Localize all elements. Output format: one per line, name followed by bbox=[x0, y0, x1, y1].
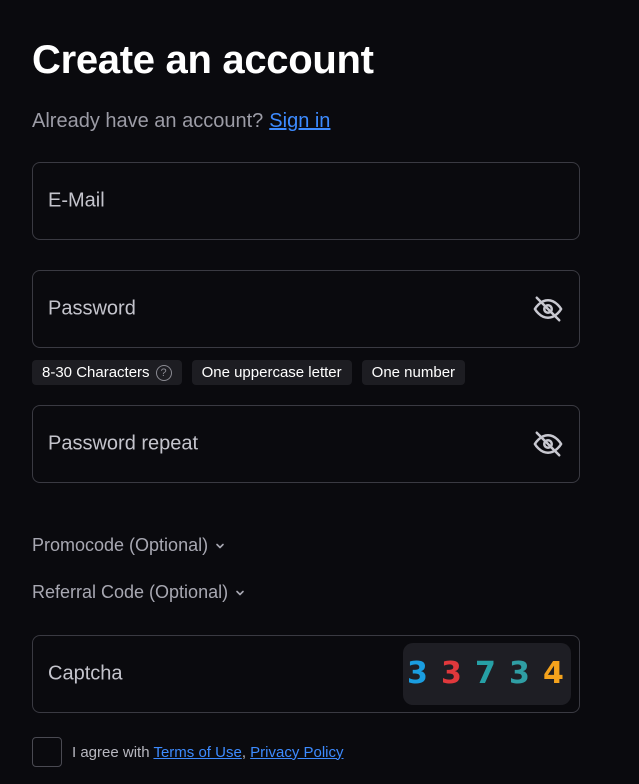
agree-prefix: I agree with bbox=[72, 743, 150, 761]
requirement-number: One number bbox=[361, 360, 466, 385]
captcha-digit: 4 bbox=[543, 656, 564, 691]
requirement-number-label: One number bbox=[371, 364, 456, 381]
email-field[interactable]: E-Mail bbox=[32, 162, 580, 240]
signup-page: Create an account Already have an accoun… bbox=[0, 0, 639, 784]
agree-checkbox[interactable] bbox=[32, 737, 62, 767]
chevron-down-icon bbox=[216, 543, 224, 548]
email-label: E-Mail bbox=[48, 189, 105, 212]
password-field[interactable]: Password bbox=[32, 270, 580, 348]
terms-of-use-link[interactable]: Terms of Use bbox=[153, 744, 241, 761]
page-title: Create an account bbox=[32, 38, 374, 82]
chevron-down-icon bbox=[236, 590, 244, 595]
terms-agreement: I agree with Terms of Use, Privacy Polic… bbox=[32, 737, 344, 767]
agree-text: I agree with Terms of Use, Privacy Polic… bbox=[72, 744, 344, 761]
captcha-digit: 3 bbox=[407, 656, 428, 691]
password-requirements: 8-30 Characters ? One uppercase letter O… bbox=[32, 360, 466, 385]
password-label: Password bbox=[48, 297, 136, 320]
promocode-toggle[interactable]: Promocode (Optional) bbox=[32, 535, 226, 556]
requirement-uppercase: One uppercase letter bbox=[191, 360, 352, 385]
privacy-policy-link[interactable]: Privacy Policy bbox=[250, 744, 343, 761]
captcha-digit: 3 bbox=[509, 656, 530, 691]
question-circle-icon[interactable]: ? bbox=[155, 364, 172, 381]
captcha-label: Captcha bbox=[48, 662, 123, 685]
captcha-digit: 7 bbox=[475, 656, 496, 691]
requirement-uppercase-label: One uppercase letter bbox=[201, 364, 342, 381]
captcha-image[interactable]: 3 3 7 3 4 bbox=[403, 643, 571, 705]
password-repeat-label: Password repeat bbox=[48, 432, 199, 455]
signin-prompt-text: Already have an account? bbox=[32, 110, 264, 132]
agree-separator: , bbox=[241, 743, 246, 761]
signin-prompt: Already have an account? Sign in bbox=[32, 110, 330, 133]
eye-slash-icon[interactable] bbox=[533, 429, 563, 459]
captcha-digit: 3 bbox=[441, 656, 462, 691]
requirement-length-label: 8-30 Characters bbox=[42, 364, 150, 381]
eye-slash-icon[interactable] bbox=[533, 294, 563, 324]
promocode-label: Promocode (Optional) bbox=[32, 535, 209, 555]
password-repeat-field[interactable]: Password repeat bbox=[32, 405, 580, 483]
signin-link[interactable]: Sign in bbox=[269, 110, 330, 132]
captcha-field[interactable]: Captcha 3 3 7 3 4 bbox=[32, 635, 580, 713]
referral-code-toggle[interactable]: Referral Code (Optional) bbox=[32, 582, 246, 603]
requirement-length: 8-30 Characters ? bbox=[32, 360, 182, 385]
referral-code-label: Referral Code (Optional) bbox=[32, 582, 229, 602]
